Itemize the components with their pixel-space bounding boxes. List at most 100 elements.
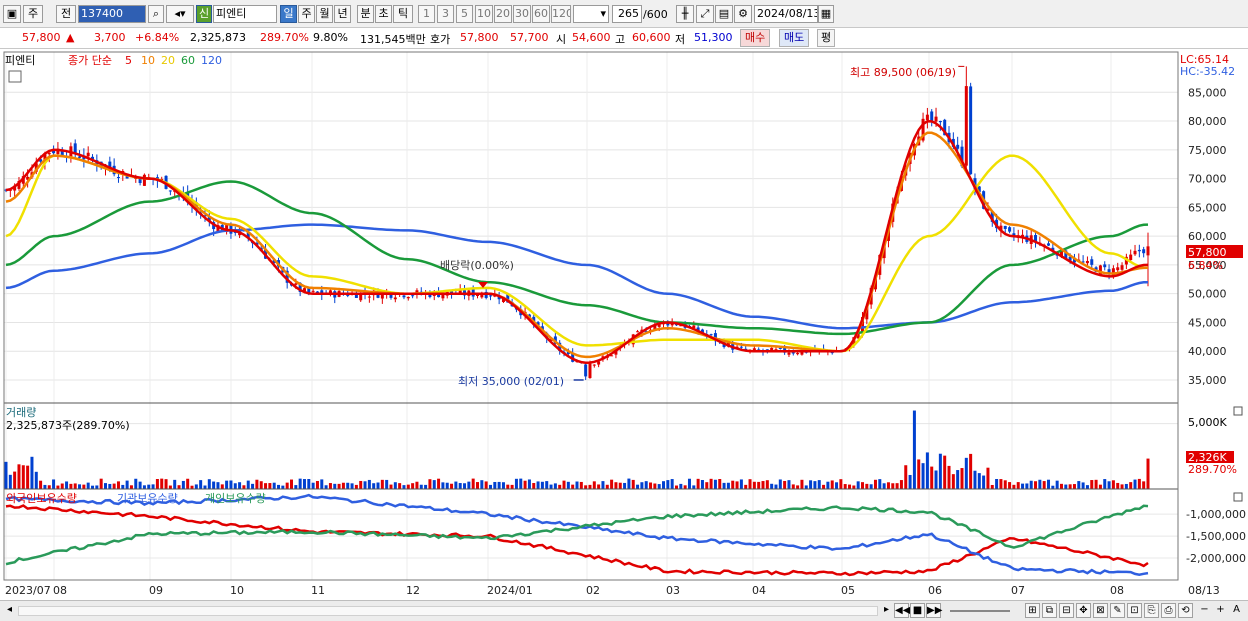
minute-3-button[interactable]: 3 bbox=[437, 5, 454, 23]
first-page-icon[interactable]: ◀◀ bbox=[894, 603, 910, 618]
ma60-legend[interactable]: 60 bbox=[181, 54, 195, 67]
volume-bar bbox=[30, 456, 34, 489]
restore-icon[interactable]: ⟲ bbox=[1178, 603, 1193, 618]
search-icon[interactable]: ⌕ bbox=[148, 5, 164, 23]
stock-name-field[interactable]: 피엔티 bbox=[213, 5, 277, 23]
ma5-legend[interactable]: 5 bbox=[125, 54, 132, 67]
candle-body bbox=[778, 348, 782, 350]
minute-120-button[interactable]: 120 bbox=[551, 5, 571, 23]
volume-bar bbox=[895, 483, 899, 489]
text-tool-icon[interactable]: ⊡ bbox=[1127, 603, 1142, 618]
volume-bar bbox=[78, 484, 82, 489]
volume-bar bbox=[121, 484, 125, 489]
scroll-left-icon[interactable]: ◂ bbox=[2, 603, 17, 618]
volume-bar bbox=[376, 482, 380, 489]
zoom-slider[interactable] bbox=[950, 610, 1010, 612]
volume-bar bbox=[311, 482, 315, 489]
chart-settings-icon[interactable] bbox=[8, 70, 22, 83]
volume-bar bbox=[536, 481, 540, 489]
font-size-icon[interactable]: A bbox=[1229, 603, 1244, 618]
speaker-icon[interactable]: ◂▾ bbox=[166, 5, 194, 23]
volume-bar bbox=[904, 465, 908, 489]
stop-icon[interactable]: ■ bbox=[910, 603, 925, 618]
zoom-out-icon[interactable]: − bbox=[1197, 603, 1212, 618]
period-day-button[interactable]: 일 bbox=[280, 5, 297, 23]
volume-bar bbox=[549, 484, 553, 489]
print-icon[interactable]: ⎙ bbox=[1161, 603, 1176, 618]
minute-5-button[interactable]: 5 bbox=[456, 5, 473, 23]
x-axis-label: 2024/01 bbox=[487, 584, 533, 597]
volume-bar bbox=[1081, 482, 1085, 489]
count-input[interactable]: 265 bbox=[612, 5, 642, 23]
zoom-in-icon[interactable]: + bbox=[1213, 603, 1228, 618]
period-month-button[interactable]: 월 bbox=[316, 5, 333, 23]
volume-bar bbox=[592, 481, 596, 489]
chart-area[interactable]: 35,00040,00045,00050,00055,00060,00065,0… bbox=[0, 49, 1248, 600]
volume-bar bbox=[21, 465, 25, 489]
ma120-legend[interactable]: 120 bbox=[201, 54, 222, 67]
minute-10-button[interactable]: 10 bbox=[475, 5, 493, 23]
institution-legend[interactable]: 기관보유수량 bbox=[117, 492, 178, 505]
period-week-button[interactable]: 주 bbox=[298, 5, 315, 23]
candle-body bbox=[1133, 250, 1137, 255]
volume-bar bbox=[982, 475, 986, 489]
pattern-icon[interactable]: ⊠ bbox=[1093, 603, 1108, 618]
volume-bar bbox=[264, 483, 268, 489]
candle-type-icon[interactable]: ╫ bbox=[676, 5, 694, 23]
buy-button[interactable]: 매수 bbox=[740, 29, 771, 47]
trade-amount: 131,545백만 bbox=[360, 33, 426, 46]
foreign-legend[interactable]: 외국인보유수량 bbox=[6, 492, 77, 505]
candle-body bbox=[1047, 243, 1051, 246]
export-icon[interactable]: ⎘ bbox=[1144, 603, 1159, 618]
average-button[interactable]: 평 bbox=[817, 29, 836, 47]
gear-icon[interactable]: ⚙ bbox=[734, 5, 752, 23]
minute-60-button[interactable]: 60 bbox=[532, 5, 550, 23]
sell-button[interactable]: 매도 bbox=[779, 29, 810, 47]
minute-1-button[interactable]: 1 bbox=[418, 5, 435, 23]
grid-icon[interactable]: ⊞ bbox=[1025, 603, 1040, 618]
copy-icon[interactable]: ⧉ bbox=[1042, 603, 1057, 618]
minute-20-button[interactable]: 20 bbox=[494, 5, 512, 23]
volume-bar bbox=[705, 482, 709, 489]
crosshair-icon[interactable]: ✥ bbox=[1076, 603, 1091, 618]
scroll-right-icon[interactable]: ▸ bbox=[879, 603, 894, 618]
scrollbar[interactable] bbox=[18, 606, 878, 616]
ma10-legend[interactable]: 10 bbox=[141, 54, 155, 67]
last-page-icon[interactable]: ▶▶ bbox=[926, 603, 942, 618]
period-year-button[interactable]: 년 bbox=[334, 5, 351, 23]
calendar-icon[interactable]: ▦ bbox=[818, 5, 834, 23]
volume-bar bbox=[1146, 458, 1150, 489]
ma20-legend[interactable]: 20 bbox=[161, 54, 175, 67]
interval-select[interactable]: ▾ bbox=[573, 5, 609, 23]
drawing-icon[interactable]: ✎ bbox=[1110, 603, 1125, 618]
holding-pane-close-icon[interactable] bbox=[1233, 492, 1243, 502]
volume-value: 2,325,873 bbox=[190, 31, 246, 44]
volume-bar bbox=[835, 482, 839, 489]
period-tick-button[interactable]: 틱 bbox=[393, 5, 413, 23]
volume-bar bbox=[488, 484, 492, 489]
save-icon[interactable]: ▤ bbox=[715, 5, 733, 23]
compare-icon[interactable]: ⊟ bbox=[1059, 603, 1074, 618]
period-second-button[interactable]: 초 bbox=[375, 5, 392, 23]
volume-pane-close-icon[interactable] bbox=[1233, 406, 1243, 416]
volume-bar bbox=[822, 484, 826, 489]
volume-bar bbox=[8, 474, 12, 489]
candle-body bbox=[636, 331, 640, 333]
volume-bar bbox=[445, 482, 449, 489]
window-menu-icon[interactable]: ▣ bbox=[3, 5, 21, 23]
date-input[interactable]: 2024/08/13 bbox=[754, 5, 818, 23]
volume-bar bbox=[584, 485, 588, 489]
volume-bar bbox=[173, 479, 177, 489]
draw-tool-icon[interactable]: ⤢ bbox=[696, 5, 714, 23]
minute-30-button[interactable]: 30 bbox=[513, 5, 531, 23]
left-toggle-1[interactable]: 주 bbox=[23, 5, 43, 23]
left-toggle-2[interactable]: 전 bbox=[56, 5, 76, 23]
volume-bar bbox=[34, 471, 38, 489]
volume-bar bbox=[930, 466, 934, 489]
volume-bar bbox=[4, 461, 8, 489]
individual-legend[interactable]: 개인보유수량 bbox=[205, 492, 266, 505]
stock-code-input[interactable]: 137400 bbox=[78, 5, 146, 23]
candle-body bbox=[406, 297, 410, 299]
period-minute-button[interactable]: 분 bbox=[357, 5, 374, 23]
volume-bar bbox=[601, 481, 605, 489]
